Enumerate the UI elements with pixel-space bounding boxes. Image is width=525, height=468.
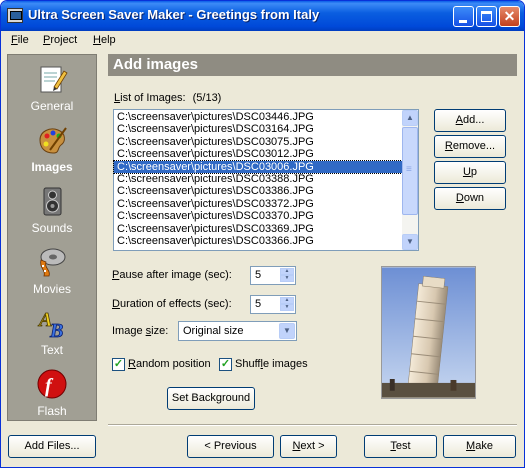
speaker-icon bbox=[43, 187, 62, 216]
list-item[interactable]: C:\screensaver\pictures\DSC03012.JPG bbox=[114, 148, 402, 160]
next-button[interactable]: Next > bbox=[280, 435, 337, 458]
duration-label: Duration of effects (sec): bbox=[112, 298, 232, 310]
random-position-checkbox[interactable]: ✓ bbox=[112, 358, 125, 371]
footer-separator bbox=[108, 424, 517, 426]
duration-stepper-arrows[interactable]: ▲ ▼ bbox=[280, 297, 294, 312]
sidebar-item-text[interactable]: A B Text bbox=[8, 303, 96, 363]
text-ab-icon: A B bbox=[37, 309, 64, 339]
pause-label: Pause after image (sec): bbox=[112, 269, 232, 281]
sidebar-item-movies[interactable]: Movies bbox=[8, 242, 96, 302]
sidebar: General Images Sounds Movies A B Text f … bbox=[7, 54, 97, 421]
sidebar-item-label: Movies bbox=[32, 282, 71, 296]
menu-project[interactable]: Project bbox=[43, 34, 77, 46]
vertical-scrollbar[interactable]: ▲ ▼ bbox=[402, 110, 418, 250]
pause-stepper-arrows[interactable]: ▲ ▼ bbox=[280, 268, 294, 283]
previous-button[interactable]: < Previous bbox=[187, 435, 274, 458]
svg-text:B: B bbox=[49, 320, 63, 339]
sidebar-item-label: Images bbox=[31, 160, 73, 174]
list-item[interactable]: C:\screensaver\pictures\DSC03388.JPG bbox=[114, 173, 402, 185]
window-title: Ultra Screen Saver Maker - Greetings fro… bbox=[28, 7, 320, 22]
image-size-label: Image size: bbox=[112, 325, 169, 337]
film-reel-icon bbox=[40, 248, 66, 277]
maximize-button[interactable] bbox=[476, 6, 497, 27]
minimize-icon bbox=[459, 20, 467, 23]
sidebar-item-label: Text bbox=[40, 343, 63, 357]
test-button[interactable]: Test bbox=[364, 435, 437, 458]
list-item[interactable]: C:\screensaver\pictures\DSC03386.JPG bbox=[114, 185, 402, 197]
sidebar-item-label: Flash bbox=[37, 404, 67, 418]
move-up-button[interactable]: Up bbox=[434, 161, 506, 184]
image-preview bbox=[381, 266, 476, 399]
stepper-down-icon[interactable]: ▼ bbox=[280, 275, 294, 282]
add-files-button[interactable]: Add Files... bbox=[8, 435, 96, 458]
menu-bar: File Project Help bbox=[1, 31, 524, 50]
flash-logo-icon: f bbox=[37, 369, 67, 399]
duration-stepper[interactable]: 5 ▲ ▼ bbox=[250, 295, 296, 314]
sidebar-item-general[interactable]: General bbox=[8, 59, 96, 119]
app-window: Ultra Screen Saver Maker - Greetings fro… bbox=[0, 0, 525, 468]
stepper-down-icon[interactable]: ▼ bbox=[280, 304, 294, 311]
random-position-label[interactable]: Random position bbox=[128, 358, 211, 370]
list-rows: C:\screensaver\pictures\DSC03446.JPG C:\s… bbox=[113, 111, 403, 247]
shuffle-images-label[interactable]: Shuffle images bbox=[235, 358, 308, 370]
move-down-button[interactable]: Down bbox=[434, 187, 506, 210]
page-title: Add images bbox=[108, 54, 517, 76]
close-icon: ✕ bbox=[503, 8, 516, 24]
notepad-pencil-icon bbox=[40, 66, 68, 93]
list-item[interactable]: C:\screensaver\pictures\DSC03446.JPG bbox=[114, 111, 402, 123]
title-bar[interactable]: Ultra Screen Saver Maker - Greetings fro… bbox=[1, 1, 524, 31]
sidebar-item-images[interactable]: Images bbox=[8, 120, 96, 180]
sidebar-item-flash[interactable]: f Flash bbox=[8, 364, 96, 424]
sidebar-item-label: General bbox=[30, 99, 74, 113]
image-size-select[interactable]: Original size ▼ bbox=[178, 321, 297, 341]
minimize-button[interactable] bbox=[453, 6, 474, 27]
list-item[interactable]: C:\screensaver\pictures\DSC03075.JPG bbox=[114, 136, 402, 148]
list-count: (5/13) bbox=[192, 92, 222, 104]
stepper-up-icon[interactable]: ▲ bbox=[280, 297, 294, 304]
add-button[interactable]: Add... bbox=[434, 109, 506, 132]
images-listbox[interactable]: C:\screensaver\pictures\DSC03446.JPG C:\s… bbox=[113, 109, 419, 251]
close-button[interactable]: ✕ bbox=[499, 6, 520, 27]
shuffle-images-checkbox[interactable]: ✓ bbox=[219, 358, 232, 371]
list-item[interactable]: C:\screensaver\pictures\DSC03006.JPG bbox=[113, 159, 403, 174]
list-item[interactable]: C:\screensaver\pictures\DSC03370.JPG bbox=[114, 210, 402, 222]
list-label: List of Images: (5/13) bbox=[114, 92, 222, 104]
scroll-thumb[interactable] bbox=[402, 127, 418, 215]
pause-stepper[interactable]: 5 ▲ ▼ bbox=[250, 266, 296, 285]
paint-palette-icon bbox=[39, 127, 67, 154]
computer-monitor-icon[interactable] bbox=[7, 8, 23, 23]
chevron-down-icon[interactable]: ▼ bbox=[279, 323, 295, 339]
list-item[interactable]: C:\screensaver\pictures\DSC03366.JPG bbox=[114, 235, 402, 247]
sidebar-item-label: Sounds bbox=[31, 221, 73, 235]
list-item[interactable]: C:\screensaver\pictures\DSC03164.JPG bbox=[114, 123, 402, 135]
scroll-down-button[interactable]: ▼ bbox=[402, 234, 418, 250]
make-button[interactable]: Make bbox=[443, 435, 516, 458]
list-item[interactable]: C:\screensaver\pictures\DSC03372.JPG bbox=[114, 198, 402, 210]
set-background-button[interactable]: Set Background bbox=[167, 387, 255, 410]
menu-file[interactable]: File bbox=[11, 34, 29, 46]
remove-button[interactable]: Remove... bbox=[434, 135, 506, 158]
scroll-up-button[interactable]: ▲ bbox=[402, 110, 418, 126]
menu-help[interactable]: Help bbox=[93, 34, 116, 46]
stepper-up-icon[interactable]: ▲ bbox=[280, 268, 294, 275]
maximize-icon bbox=[481, 11, 492, 22]
sidebar-item-sounds[interactable]: Sounds bbox=[8, 181, 96, 241]
list-item[interactable]: C:\screensaver\pictures\DSC03369.JPG bbox=[114, 223, 402, 235]
